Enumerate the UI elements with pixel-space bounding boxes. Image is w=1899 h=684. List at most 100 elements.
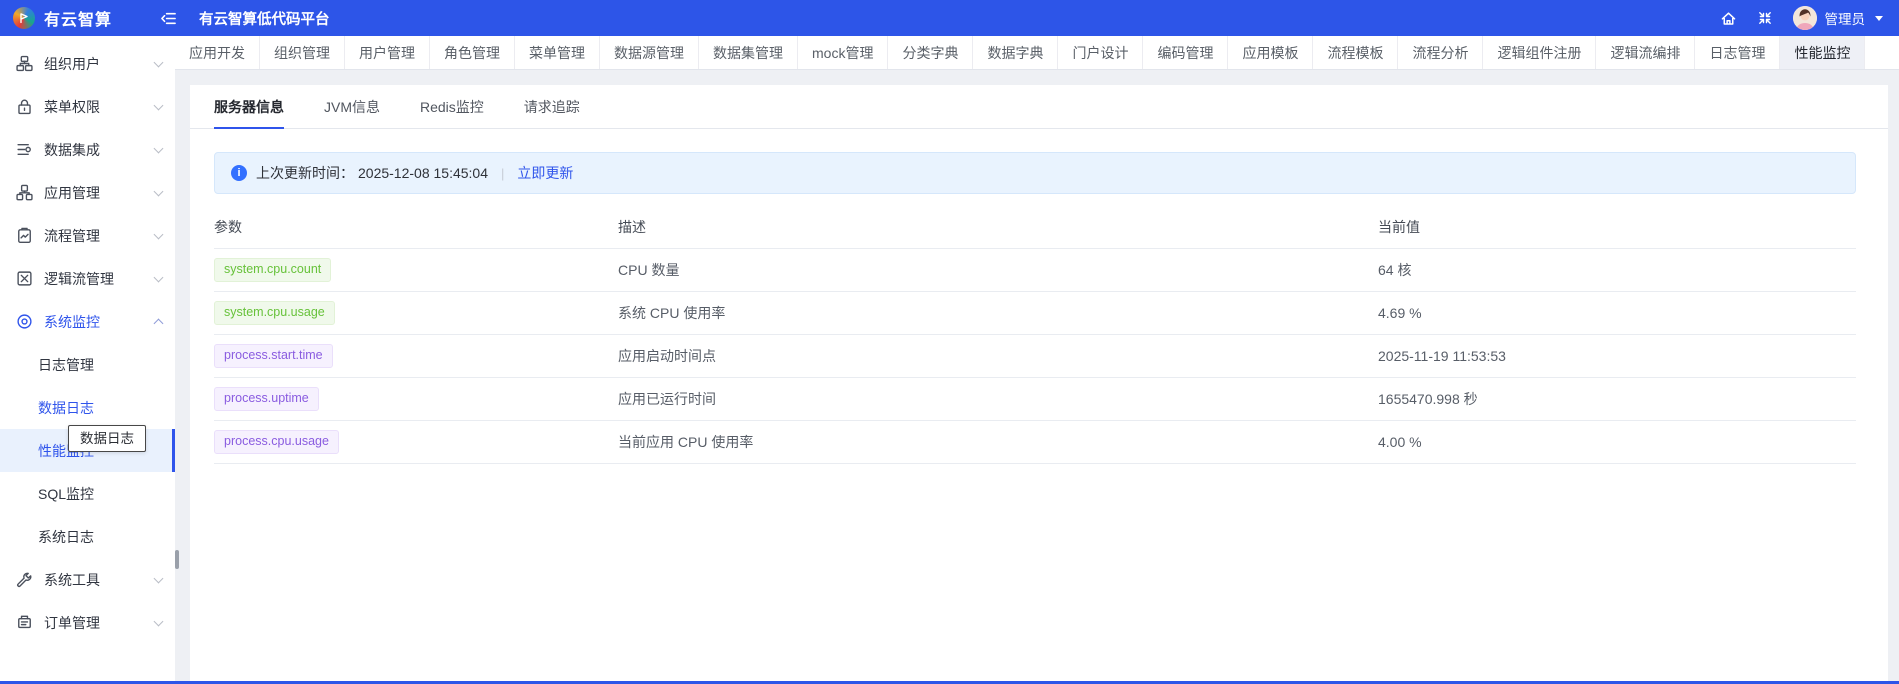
avatar <box>1793 6 1817 30</box>
alert-divider: | <box>501 166 504 181</box>
sidebar-item[interactable]: 逻辑流管理 <box>0 257 175 300</box>
page-tab[interactable]: 数据源管理 <box>600 36 699 69</box>
sidebar-item-label: 组织用户 <box>44 54 155 74</box>
sidebar-item[interactable]: 系统监控 <box>0 300 175 343</box>
param-description: 当前应用 CPU 使用率 <box>618 432 1378 452</box>
sidebar-item[interactable]: 应用管理 <box>0 171 175 214</box>
table-row: system.cpu.count CPU 数量64 核 <box>214 249 1856 292</box>
top-header: 有云智算 有云智算低代码平台 管理员 <box>0 0 1899 36</box>
last-update-time: 2025-12-08 15:45:04 <box>358 165 488 181</box>
sidebar-subitem[interactable]: 数据日志 <box>0 386 175 429</box>
user-menu[interactable]: 管理员 <box>1793 6 1884 30</box>
chevron-up-icon <box>154 319 164 329</box>
sidebar-item-label: 流程管理 <box>44 226 155 246</box>
param-description: 应用启动时间点 <box>618 346 1378 366</box>
sidebar-item-label: 系统工具 <box>44 570 155 590</box>
page-tab[interactable]: 分类字典 <box>888 36 973 69</box>
caret-down-icon <box>1875 16 1883 21</box>
sidebar-item[interactable]: 数据集成 <box>0 128 175 171</box>
monitor-tab[interactable]: Redis监控 <box>420 85 484 128</box>
app-management-icon <box>16 184 33 201</box>
table-header-row: 参数描述当前值 <box>214 206 1856 249</box>
table-row: process.cpu.usage当前应用 CPU 使用率4.00 % <box>214 421 1856 464</box>
page-tab[interactable]: 逻辑组件注册 <box>1483 36 1596 69</box>
org-users-icon <box>16 55 33 72</box>
brand: 有云智算 <box>0 6 147 30</box>
page-tab[interactable]: 菜单管理 <box>515 36 600 69</box>
alert-label: 上次更新时间： <box>256 163 354 183</box>
param-description: CPU 数量 <box>618 260 1378 280</box>
page-tab[interactable]: 门户设计 <box>1058 36 1143 69</box>
page-tab[interactable]: 组织管理 <box>260 36 345 69</box>
page-tab[interactable]: 用户管理 <box>345 36 430 69</box>
param-value: 2025-11-19 11:53:53 <box>1378 348 1856 364</box>
sidebar-item-label: 订单管理 <box>44 613 155 633</box>
chevron-down-icon <box>154 57 164 67</box>
content-card: 服务器信息 JVM信息 Redis监控请求追踪 i 上次更新时间： 2025-12-… <box>190 85 1888 681</box>
sidebar-subitem[interactable]: 日志管理 <box>0 343 175 386</box>
sidebar-item[interactable]: 系统工具 <box>0 558 175 601</box>
column-header: 参数 <box>214 217 618 237</box>
params-table: 参数描述当前值system.cpu.countCPU 数量64 核system.… <box>214 206 1856 464</box>
sidebar-item[interactable]: 流程管理 <box>0 214 175 257</box>
page-tab[interactable]: 数据字典 <box>973 36 1058 69</box>
home-icon[interactable] <box>1720 10 1737 27</box>
update-alert: i 上次更新时间： 2025-12-08 15:45:04 | 立即更新 <box>214 152 1856 194</box>
param-tag: process.uptime <box>214 387 319 411</box>
brand-title: 有云智算 <box>44 6 112 30</box>
chevron-down-icon <box>154 186 164 196</box>
fullscreen-icon[interactable] <box>1757 10 1773 26</box>
param-tag: process.start.time <box>214 344 333 368</box>
page-tab-bar: 应用开发组织管理用户管理角色管理菜单管理数据源管理数据集管理mock管理分类字典… <box>175 36 1899 70</box>
table-row: process.uptime应用已运行时间1655470.998 秒 <box>214 378 1856 421</box>
menu-tooltip: 数据日志 <box>68 425 146 452</box>
page-tab[interactable]: 逻辑流编排 <box>1596 36 1695 69</box>
page-tab[interactable]: 角色管理 <box>430 36 515 69</box>
param-value: 64 核 <box>1378 260 1856 280</box>
param-value: 4.00 % <box>1378 434 1856 450</box>
sidebar-subitem[interactable]: 系统日志 <box>0 515 175 558</box>
sidebar-collapse-icon[interactable] <box>153 3 183 33</box>
data-integration-icon <box>16 141 33 158</box>
page-tab[interactable]: 流程分析 <box>1398 36 1483 69</box>
monitor-tab[interactable]: JVM信息 <box>324 85 380 128</box>
column-header: 当前值 <box>1378 217 1856 237</box>
sidebar-subitem-label: 日志管理 <box>38 355 162 375</box>
param-description: 系统 CPU 使用率 <box>618 303 1378 323</box>
param-description: 应用已运行时间 <box>618 389 1378 409</box>
page-tab[interactable]: 日志管理 <box>1695 36 1780 69</box>
sidebar-item[interactable]: 组织用户 <box>0 42 175 85</box>
param-tag: system.cpu.count <box>214 258 331 282</box>
header-actions: 管理员 <box>1720 6 1899 30</box>
monitor-tabs: 服务器信息 JVM信息 Redis监控请求追踪 <box>190 85 1888 129</box>
chevron-down-icon <box>154 272 164 282</box>
page-tab[interactable]: 应用开发 <box>175 36 260 69</box>
sidebar-scrollbar-thumb[interactable] <box>175 550 179 569</box>
param-tag: system.cpu.usage <box>214 301 335 325</box>
refresh-now-link[interactable]: 立即更新 <box>517 163 573 183</box>
logo-icon <box>13 7 35 29</box>
chevron-down-icon <box>154 616 164 626</box>
process-management-icon <box>16 227 33 244</box>
param-value: 4.69 % <box>1378 305 1856 321</box>
page-tab[interactable]: 流程模板 <box>1313 36 1398 69</box>
sidebar-item-label: 数据集成 <box>44 140 155 160</box>
sidebar-item[interactable]: 订单管理 <box>0 601 175 644</box>
sidebar-subitem-label: 数据日志 <box>38 398 162 418</box>
page-tab[interactable]: 应用模板 <box>1228 36 1313 69</box>
page-tab[interactable]: 数据集管理 <box>699 36 798 69</box>
sidebar-subitem[interactable]: SQL监控 <box>0 472 175 515</box>
info-icon: i <box>231 165 247 181</box>
page-tab[interactable]: 编码管理 <box>1143 36 1228 69</box>
sidebar-item-label: 菜单权限 <box>44 97 155 117</box>
page-tab[interactable]: 性能监控 <box>1780 36 1865 69</box>
monitor-tab[interactable]: 服务器信息 <box>214 85 284 128</box>
sidebar-subitem-label: SQL监控 <box>38 484 162 504</box>
monitor-tab[interactable]: 请求追踪 <box>524 85 580 128</box>
table-row: process.start.time 应用启动时间点2025-11-19 11:5… <box>214 335 1856 378</box>
sidebar-item-label: 应用管理 <box>44 183 155 203</box>
page-tab[interactable]: mock管理 <box>798 36 888 69</box>
user-name: 管理员 <box>1825 8 1866 28</box>
sidebar-item[interactable]: 菜单权限 <box>0 85 175 128</box>
sidebar-item-label: 系统监控 <box>44 312 155 332</box>
